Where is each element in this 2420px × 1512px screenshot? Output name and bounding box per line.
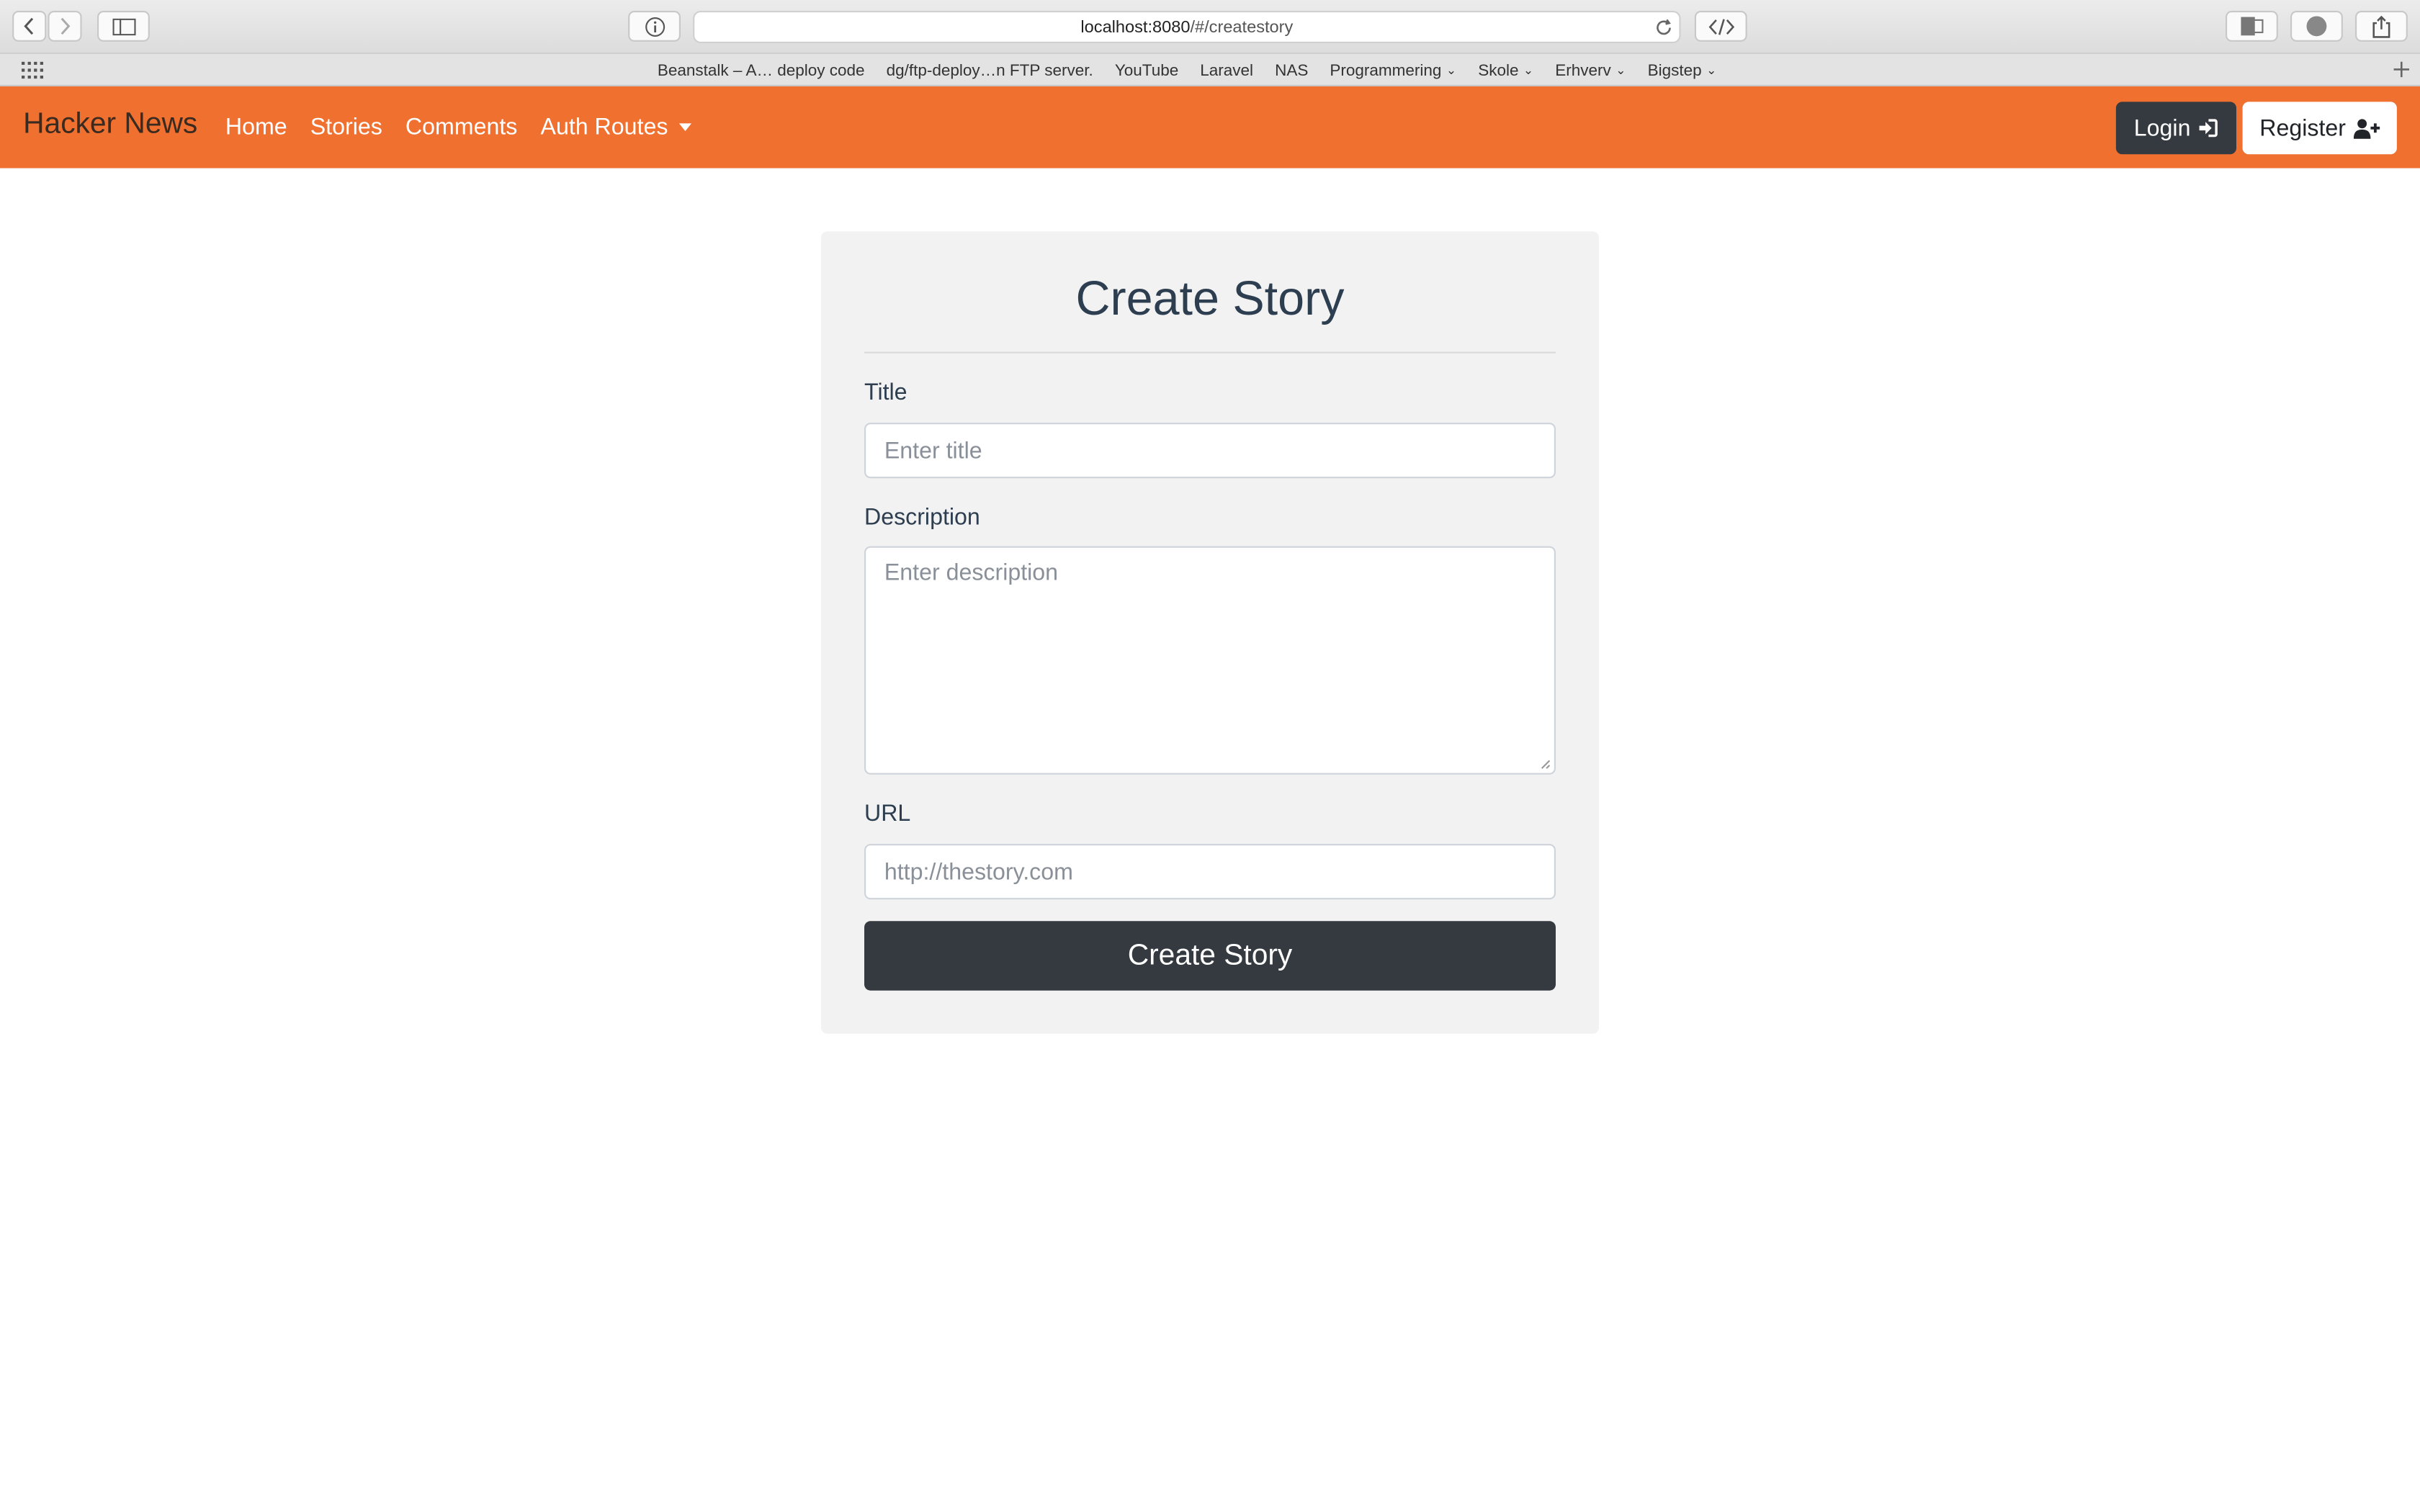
nav-links: Home Stories Comments Auth Routes [225,86,714,168]
sidebar-toggle-button[interactable] [97,11,150,42]
site-info-button[interactable] [628,11,681,42]
info-icon [645,16,665,36]
url-input[interactable]: http://thestory.com [864,844,1556,900]
bookmark-list: Beanstalk – A… deploy code dg/ftp-deploy…… [658,54,1739,86]
extension-icon [2241,17,2264,36]
description-placeholder: Enter description [884,559,1059,587]
bookmark-label: Beanstalk – A… deploy code [657,60,865,80]
chevron-right-icon [60,17,71,35]
login-label: Login [2133,114,2191,142]
bookmark-item[interactable]: Laravel [1200,61,1253,80]
divider [864,351,1556,354]
browser-toolbar: localhost:8080/#/createstory [0,0,2420,54]
chevron-down-icon: ⌄ [1615,63,1626,78]
bookmark-item[interactable]: YouTube [1115,61,1178,80]
chevron-down-icon: ⌄ [1706,63,1717,78]
back-button[interactable] [12,11,47,42]
bookmark-label: Bigstep [1647,60,1702,80]
nav-home[interactable]: Home [225,114,287,140]
chevron-left-icon [24,17,34,35]
chevron-down-icon: ⌄ [1446,63,1457,78]
adblock-button[interactable] [2290,11,2343,42]
resize-handle-icon[interactable] [1541,759,1551,770]
title-placeholder: Enter title [884,437,982,464]
apps-grid-icon[interactable] [22,61,43,79]
reload-icon[interactable] [1654,19,1673,37]
title-input[interactable]: Enter title [864,423,1556,479]
bookmark-label: NAS [1275,60,1309,80]
code-icon [1708,18,1734,35]
register-button[interactable]: Register [2242,102,2397,155]
nav-stories[interactable]: Stories [310,114,382,140]
description-label: Description [864,504,980,531]
url-label: URL [864,801,911,827]
create-story-card: Create Story Title Enter title Descripti… [821,231,1599,1034]
description-textarea[interactable]: Enter description [864,546,1556,775]
url-placeholder: http://thestory.com [884,858,1073,885]
new-tab-icon[interactable] [2392,60,2411,79]
extension-button[interactable] [2226,11,2278,42]
bookmark-label: Programmering [1330,60,1442,80]
adblock-icon [2306,16,2327,37]
share-icon [2372,14,2390,37]
share-button[interactable] [2355,11,2408,42]
developer-tools-button[interactable] [1694,11,1747,42]
bookmarks-bar: Beanstalk – A… deploy code dg/ftp-deploy…… [0,54,2420,86]
bookmark-label: Erhverv [1555,60,1611,80]
sidebar-icon [112,17,135,35]
sign-in-icon [2200,119,2218,138]
bookmark-item[interactable]: dg/ftp-deploy…n FTP server. [887,61,1093,80]
url-path: /#/createstory [1190,17,1294,37]
brand-logo[interactable]: Hacker News [23,108,197,142]
bookmark-label: dg/ftp-deploy…n FTP server. [886,60,1093,80]
address-bar[interactable]: localhost:8080/#/createstory [693,11,1681,43]
title-label: Title [864,379,908,406]
bookmark-item[interactable]: Skole ⌄ [1478,61,1533,80]
register-label: Register [2259,114,2346,142]
auth-routes-label: Auth Routes [540,114,668,140]
bookmark-label: Skole [1478,60,1519,80]
url-host: localhost:8080 [1080,17,1191,37]
bookmark-label: YouTube [1114,60,1179,80]
bookmark-item[interactable]: Programmering ⌄ [1330,61,1456,80]
nav-auth-routes-dropdown[interactable]: Auth Routes [541,114,691,140]
bookmark-item[interactable]: Bigstep ⌄ [1648,61,1717,80]
navbar: Hacker News Home Stories Comments Auth R… [0,86,2420,168]
create-story-button[interactable]: Create Story [864,921,1556,991]
login-button[interactable]: Login [2115,102,2236,155]
bookmark-item[interactable]: NAS [1275,61,1308,80]
bookmark-label: Laravel [1200,60,1254,80]
nav-comments[interactable]: Comments [405,114,517,140]
page-title: Create Story [1075,271,1345,326]
chevron-down-icon: ⌄ [1523,63,1534,78]
bookmark-item[interactable]: Beanstalk – A… deploy code [658,61,865,80]
forward-button[interactable] [48,11,82,42]
bookmark-item[interactable]: Erhverv ⌄ [1555,61,1626,80]
caret-down-icon [678,123,691,132]
user-plus-icon [2353,118,2380,138]
